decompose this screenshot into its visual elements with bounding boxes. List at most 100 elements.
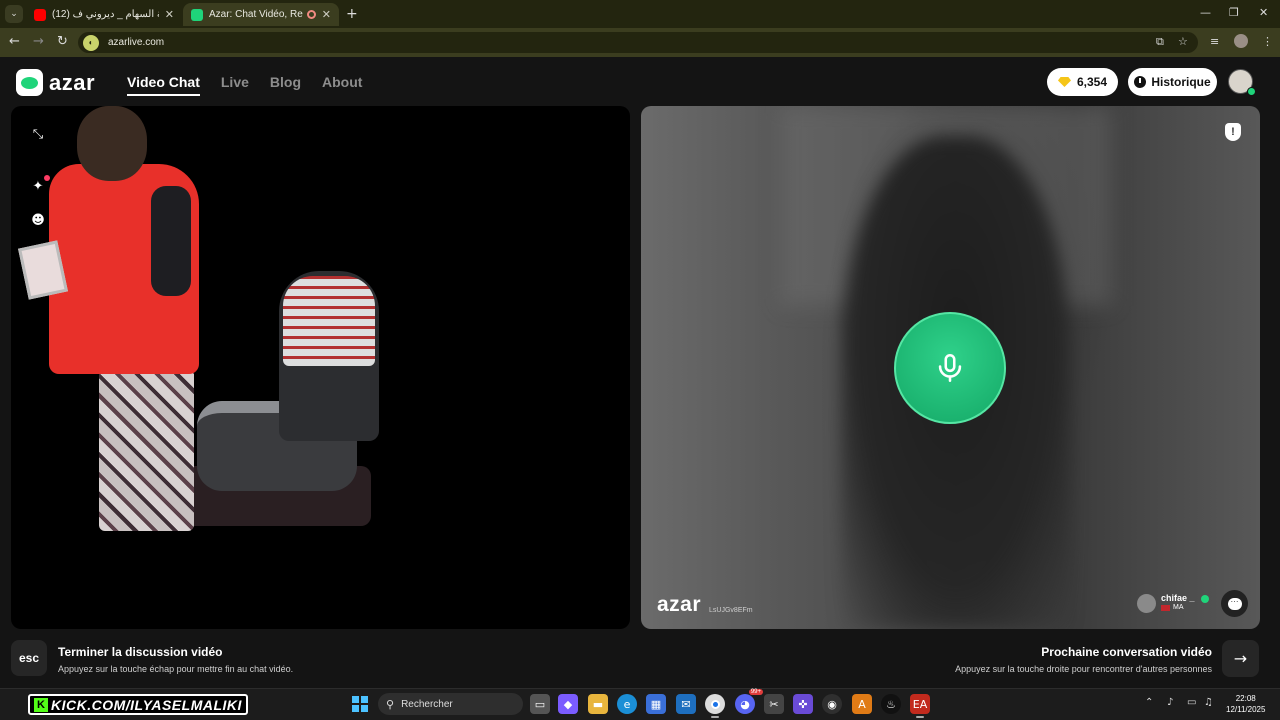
app-a-icon[interactable]: A [852, 694, 872, 714]
recording-icon [306, 10, 316, 19]
end-chat-subtitle: Appuyez sur la touche échap pour mettre … [58, 664, 294, 674]
media-control-icon[interactable]: ≡ [1210, 35, 1219, 48]
end-chat-title: Terminer la discussion vidéo [58, 645, 223, 659]
gems-balance-button[interactable]: 6,354 [1047, 68, 1118, 96]
peer-info[interactable]: chifae _ MA [1137, 593, 1209, 613]
game-icon[interactable]: ✜ [793, 694, 813, 714]
clock-date: 12/11/2025 [1226, 705, 1266, 714]
url-text: azarlive.com [108, 37, 165, 48]
network-icon[interactable]: ▭ [1187, 697, 1196, 708]
person-head-shape [77, 106, 147, 181]
chat-button[interactable]: ··· [1221, 590, 1248, 617]
nav-video-chat[interactable]: Video Chat [127, 74, 200, 96]
watermark-id: LsUJGv8EFm [709, 607, 753, 614]
back-icon[interactable]: ← [9, 34, 20, 49]
online-status-icon [1247, 87, 1256, 96]
mail-icon[interactable]: ✉ [676, 694, 696, 714]
restore-icon[interactable]: ❐ [1229, 6, 1239, 19]
esc-key-button[interactable]: esc [11, 640, 47, 676]
report-shield-icon[interactable]: ! [1225, 123, 1241, 141]
discord-icon[interactable]: ◕ 99+ [735, 689, 763, 714]
system-clock[interactable]: 22:08 12/11/2025 [1226, 693, 1265, 715]
effects-sparkle-icon[interactable]: ✦ [30, 175, 50, 194]
morocco-flag-icon [1161, 605, 1170, 611]
taskbar-search[interactable]: ⚲ Rechercher [378, 693, 523, 715]
logo-text: azar [49, 69, 96, 95]
nav-live[interactable]: Live [221, 74, 249, 96]
tab-search-button[interactable]: ⌄ [5, 5, 23, 23]
search-placeholder: Rechercher [401, 698, 453, 710]
peer-name: chifae _ [1161, 593, 1195, 603]
browser-menu-icon[interactable]: ⋮ [1262, 35, 1273, 48]
chrome-icon[interactable] [705, 694, 725, 718]
minimize-icon[interactable]: — [1200, 6, 1211, 19]
main-nav: Video Chat Live Blog About [127, 74, 383, 96]
gem-icon [1057, 77, 1071, 87]
kick-overlay-text: KICK.COM/ILYASELMALIKI [51, 696, 242, 713]
tab-title: Azar: Chat Vidéo, Rencontre [209, 9, 303, 20]
person-pants-shape [99, 361, 194, 531]
obs-icon[interactable]: ◉ [822, 694, 842, 714]
notification-dot [44, 175, 50, 181]
tab-title: (12) مجموعة السهام _ ديروني ف [52, 9, 159, 20]
install-app-icon[interactable]: ⧉ [1156, 35, 1164, 49]
local-video-feed: ⤡ ✦ ☻ [11, 106, 630, 629]
youtube-icon [34, 8, 46, 21]
minimize-view-icon[interactable]: ⤡ [30, 126, 46, 142]
new-tab-button[interactable]: + [346, 6, 358, 22]
verified-badge-icon [1200, 595, 1209, 603]
mic-tray-icon[interactable]: ♪ [1167, 697, 1173, 708]
gems-count: 6,354 [1076, 75, 1108, 89]
forward-icon[interactable]: → [33, 34, 44, 49]
task-view-icon[interactable]: ▭ [530, 694, 550, 714]
kick-overlay: K KICK.COM/ILYASELMALIKI [28, 694, 248, 715]
next-chat-subtitle: Appuyez sur la touche droite pour rencon… [955, 664, 1212, 674]
remote-video-feed: ! azar LsUJGv8EFm chifae _ MA ··· [641, 106, 1260, 629]
close-tab-icon[interactable]: ✕ [165, 8, 174, 21]
history-label: Historique [1151, 75, 1211, 89]
clock-time: 22:08 [1235, 694, 1256, 703]
ea-app-icon[interactable]: EA [910, 694, 930, 718]
bookmark-star-icon[interactable]: ☆ [1178, 35, 1188, 48]
chat-bubble-icon: ··· [1227, 597, 1242, 610]
kick-logo-icon: K [34, 697, 48, 712]
site-info-icon[interactable]: ◐ [83, 34, 99, 51]
taskbar: K KICK.COM/ILYASELMALIKI [0, 688, 1280, 720]
browser-tab-active[interactable]: Azar: Chat Vidéo, Rencontre ✕ [183, 3, 339, 26]
profile-avatar-icon[interactable] [1234, 34, 1248, 48]
reload-icon[interactable]: ↻ [57, 34, 68, 49]
discord-badge: 99+ [748, 689, 763, 695]
peer-avatar [1137, 593, 1156, 613]
show-hidden-icons[interactable]: ⌃ [1145, 697, 1153, 708]
windows-start-icon[interactable] [352, 696, 368, 712]
browser-tab[interactable]: (12) مجموعة السهام _ ديروني ف ✕ [26, 3, 182, 26]
capcut-icon[interactable]: ✂ [764, 694, 784, 714]
microphone-icon [894, 312, 1006, 424]
person-sleeve-shape [151, 186, 191, 296]
close-window-icon[interactable]: ✕ [1259, 6, 1268, 19]
azar-page: azar Video Chat Live Blog About 6,354 Hi… [0, 57, 1280, 688]
copilot-icon[interactable]: ◆ [558, 694, 578, 714]
end-chat-hint: Terminer la discussion vidéo Appuyez sur… [58, 645, 293, 674]
volume-icon[interactable]: ♫ [1204, 697, 1213, 708]
clock-icon [1134, 76, 1147, 88]
user-avatar[interactable] [1228, 69, 1256, 96]
steam-icon[interactable]: ♨ [881, 694, 901, 714]
nav-about[interactable]: About [322, 74, 362, 96]
history-button[interactable]: Historique [1128, 68, 1217, 96]
azar-favicon-icon [191, 8, 203, 21]
azar-watermark: azar LsUJGv8EFm [657, 593, 753, 617]
edge-icon[interactable]: e [617, 694, 637, 714]
close-tab-icon[interactable]: ✕ [322, 8, 331, 21]
url-bar[interactable]: ◐ azarlive.com [78, 32, 1198, 53]
azar-logo-icon [16, 69, 43, 96]
face-filter-icon[interactable]: ☻ [30, 212, 46, 228]
next-arrow-button[interactable]: → [1222, 640, 1259, 677]
watermark-logo: azar [657, 593, 702, 616]
peer-country: MA [1173, 604, 1184, 611]
azar-logo[interactable]: azar [16, 69, 95, 96]
file-explorer-icon[interactable]: ▬ [588, 694, 608, 714]
next-chat-title: Prochaine conversation vidéo [1041, 645, 1212, 659]
store-icon[interactable]: ▦ [646, 694, 666, 714]
nav-blog[interactable]: Blog [270, 74, 301, 96]
